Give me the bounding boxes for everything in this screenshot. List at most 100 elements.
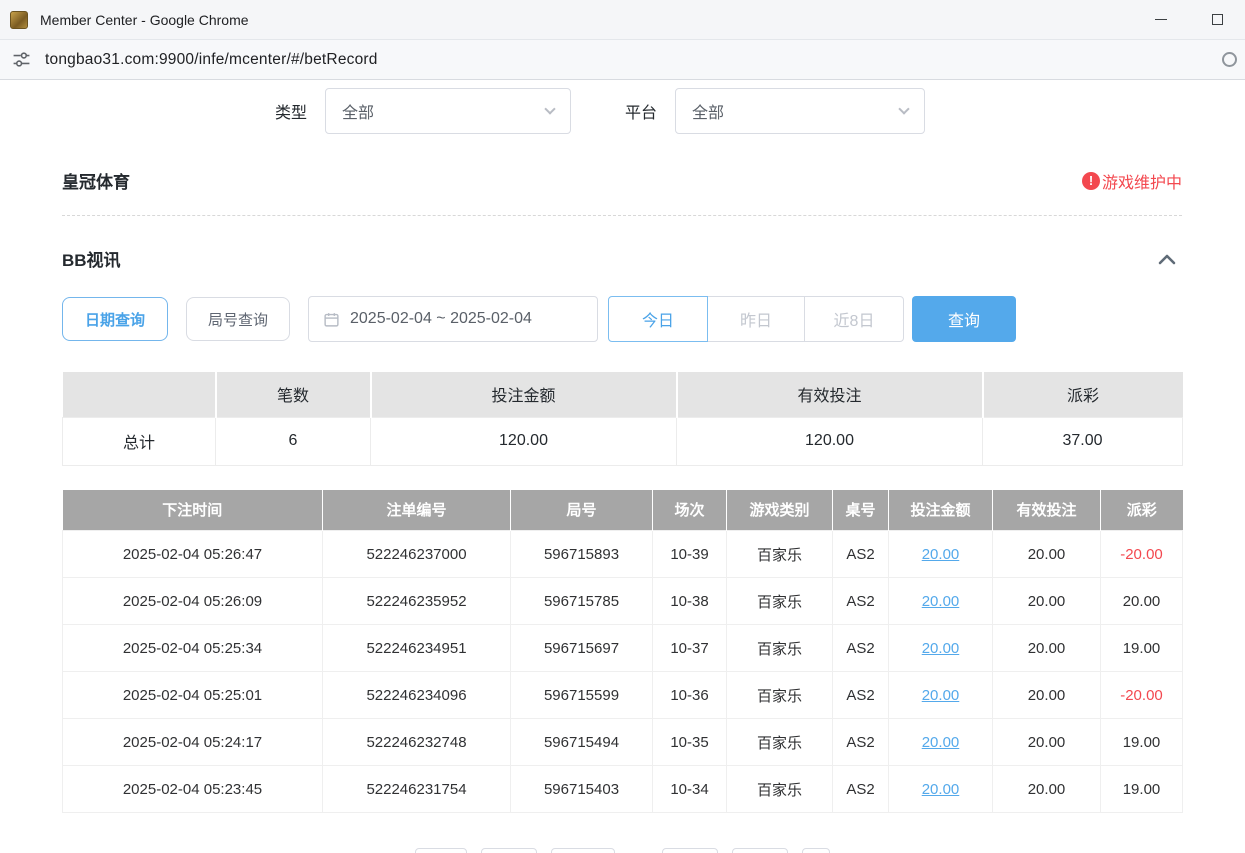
maximize-button[interactable] xyxy=(1189,0,1245,39)
bet-records-table: 下注时间注单编号局号场次游戏类别桌号投注金额有效投注派彩 2025-02-04 … xyxy=(62,490,1183,814)
cell-payout: 19.00 xyxy=(1101,719,1183,766)
column-header: 有效投注 xyxy=(993,490,1101,531)
cell-round-id: 596715697 xyxy=(511,625,653,672)
cell-session: 10-38 xyxy=(653,578,727,625)
bet-amount-link[interactable]: 20.00 xyxy=(922,546,960,563)
cell-bet-amount: 20.00 xyxy=(889,578,993,625)
cell-round-id: 596715599 xyxy=(511,672,653,719)
cell-bet-amount: 20.00 xyxy=(889,625,993,672)
bet-amount-link[interactable]: 20.00 xyxy=(922,687,960,704)
date-range-input[interactable]: 2025-02-04 ~ 2025-02-04 xyxy=(308,296,598,342)
maximize-icon xyxy=(1212,14,1223,25)
section-divider xyxy=(62,215,1182,216)
cell-payout: -20.00 xyxy=(1101,672,1183,719)
record-table-header-row: 下注时间注单编号局号场次游戏类别桌号投注金额有效投注派彩 xyxy=(63,490,1183,531)
cell-table-id: AS2 xyxy=(833,719,889,766)
column-header: 局号 xyxy=(511,490,653,531)
window-titlebar: Member Center - Google Chrome xyxy=(0,0,1245,40)
cell-bet-time: 2025-02-04 05:26:47 xyxy=(63,531,323,578)
bet-amount-link[interactable]: 20.00 xyxy=(922,734,960,751)
cell-bet-amount: 20.00 xyxy=(889,719,993,766)
cell-order-id: 522246232748 xyxy=(323,719,511,766)
cell-payout: -20.00 xyxy=(1101,531,1183,578)
pagination-button[interactable] xyxy=(732,848,788,853)
summary-total-row: 总计 6 120.00 120.00 37.00 xyxy=(63,417,1183,465)
bb-live-title: BB视讯 xyxy=(62,246,121,271)
summary-header-count: 笔数 xyxy=(216,372,371,417)
crown-sports-title: 皇冠体育 xyxy=(62,168,130,193)
cell-order-id: 522246235952 xyxy=(323,578,511,625)
window-controls xyxy=(1133,0,1245,39)
table-row: 2025-02-04 05:26:09522246235952596715785… xyxy=(63,578,1183,625)
column-header: 桌号 xyxy=(833,490,889,531)
cell-table-id: AS2 xyxy=(833,766,889,813)
cell-order-id: 522246234096 xyxy=(323,672,511,719)
cell-game-type: 百家乐 xyxy=(727,719,833,766)
type-select-value: 全部 xyxy=(342,99,374,123)
pagination-button[interactable] xyxy=(802,848,830,853)
minimize-button[interactable] xyxy=(1133,0,1189,39)
column-header: 派彩 xyxy=(1101,490,1183,531)
cell-bet-amount: 20.00 xyxy=(889,672,993,719)
platform-select[interactable]: 全部 xyxy=(675,88,925,134)
type-select[interactable]: 全部 xyxy=(325,88,571,134)
column-header: 下注时间 xyxy=(63,490,323,531)
window-title: Member Center - Google Chrome xyxy=(40,12,249,28)
cell-game-type: 百家乐 xyxy=(727,578,833,625)
pagination-button[interactable] xyxy=(662,848,718,853)
cell-valid-bet: 20.00 xyxy=(993,578,1101,625)
cell-game-type: 百家乐 xyxy=(727,672,833,719)
bet-amount-link[interactable]: 20.00 xyxy=(922,593,960,610)
cell-session: 10-39 xyxy=(653,531,727,578)
address-bar[interactable]: tongbao31.com:9900/infe/mcenter/#/betRec… xyxy=(0,40,1245,80)
summary-header-payout: 派彩 xyxy=(983,372,1183,417)
summary-header-valid-bet: 有效投注 xyxy=(677,372,983,417)
cell-valid-bet: 20.00 xyxy=(993,719,1101,766)
last-8-days-button[interactable]: 近8日 xyxy=(804,296,904,342)
column-header: 注单编号 xyxy=(323,490,511,531)
pagination xyxy=(62,848,1182,853)
pagination-button[interactable] xyxy=(551,848,615,853)
cell-bet-time: 2025-02-04 05:23:45 xyxy=(63,766,323,813)
cell-bet-amount: 20.00 xyxy=(889,766,993,813)
cell-round-id: 596715403 xyxy=(511,766,653,813)
summary-table: 笔数 投注金额 有效投注 派彩 总计 6 120.00 120.00 37.00 xyxy=(62,372,1183,466)
table-row: 2025-02-04 05:25:34522246234951596715697… xyxy=(63,625,1183,672)
bet-amount-link[interactable]: 20.00 xyxy=(922,781,960,798)
column-header: 投注金额 xyxy=(889,490,993,531)
maintenance-status-text: 游戏维护中 xyxy=(1102,169,1182,193)
toolbar-right-icon[interactable] xyxy=(1222,52,1237,67)
cell-valid-bet: 20.00 xyxy=(993,766,1101,813)
filter-row: 类型 全部 平台 全部 xyxy=(62,88,1182,134)
cell-order-id: 522246234951 xyxy=(323,625,511,672)
yesterday-button[interactable]: 昨日 xyxy=(707,296,805,342)
table-row: 2025-02-04 05:23:45522246231754596715403… xyxy=(63,766,1183,813)
today-button[interactable]: 今日 xyxy=(608,296,708,342)
bet-amount-link[interactable]: 20.00 xyxy=(922,640,960,657)
cell-bet-time: 2025-02-04 05:24:17 xyxy=(63,719,323,766)
summary-total-count: 6 xyxy=(216,417,371,465)
url-text[interactable]: tongbao31.com:9900/infe/mcenter/#/betRec… xyxy=(45,51,378,69)
platform-filter-label: 平台 xyxy=(625,99,657,123)
summary-header-row: 笔数 投注金额 有效投注 派彩 xyxy=(63,372,1183,417)
cell-order-id: 522246237000 xyxy=(323,531,511,578)
date-query-tab[interactable]: 日期查询 xyxy=(62,297,168,341)
bet-record-page: 类型 全部 平台 全部 皇冠体育 ! 游戏维护中 BB视讯 日期查询 局号查询 xyxy=(0,80,1245,853)
summary-header-bet-amount: 投注金额 xyxy=(371,372,677,417)
calendar-icon xyxy=(323,311,340,328)
table-row: 2025-02-04 05:25:01522246234096596715599… xyxy=(63,672,1183,719)
collapse-section-button[interactable] xyxy=(1152,249,1182,269)
cell-order-id: 522246231754 xyxy=(323,766,511,813)
chevron-down-icon xyxy=(544,103,555,114)
cell-valid-bet: 20.00 xyxy=(993,672,1101,719)
maintenance-status: ! 游戏维护中 xyxy=(1082,169,1182,193)
site-settings-icon[interactable] xyxy=(12,50,31,69)
summary-header-blank xyxy=(63,372,216,417)
pagination-button[interactable] xyxy=(415,848,467,853)
chevron-down-icon xyxy=(898,103,909,114)
type-filter-label: 类型 xyxy=(275,99,307,123)
round-query-tab[interactable]: 局号查询 xyxy=(186,297,290,341)
table-row: 2025-02-04 05:26:47522246237000596715893… xyxy=(63,531,1183,578)
search-button[interactable]: 查询 xyxy=(912,296,1016,342)
pagination-button[interactable] xyxy=(481,848,537,853)
